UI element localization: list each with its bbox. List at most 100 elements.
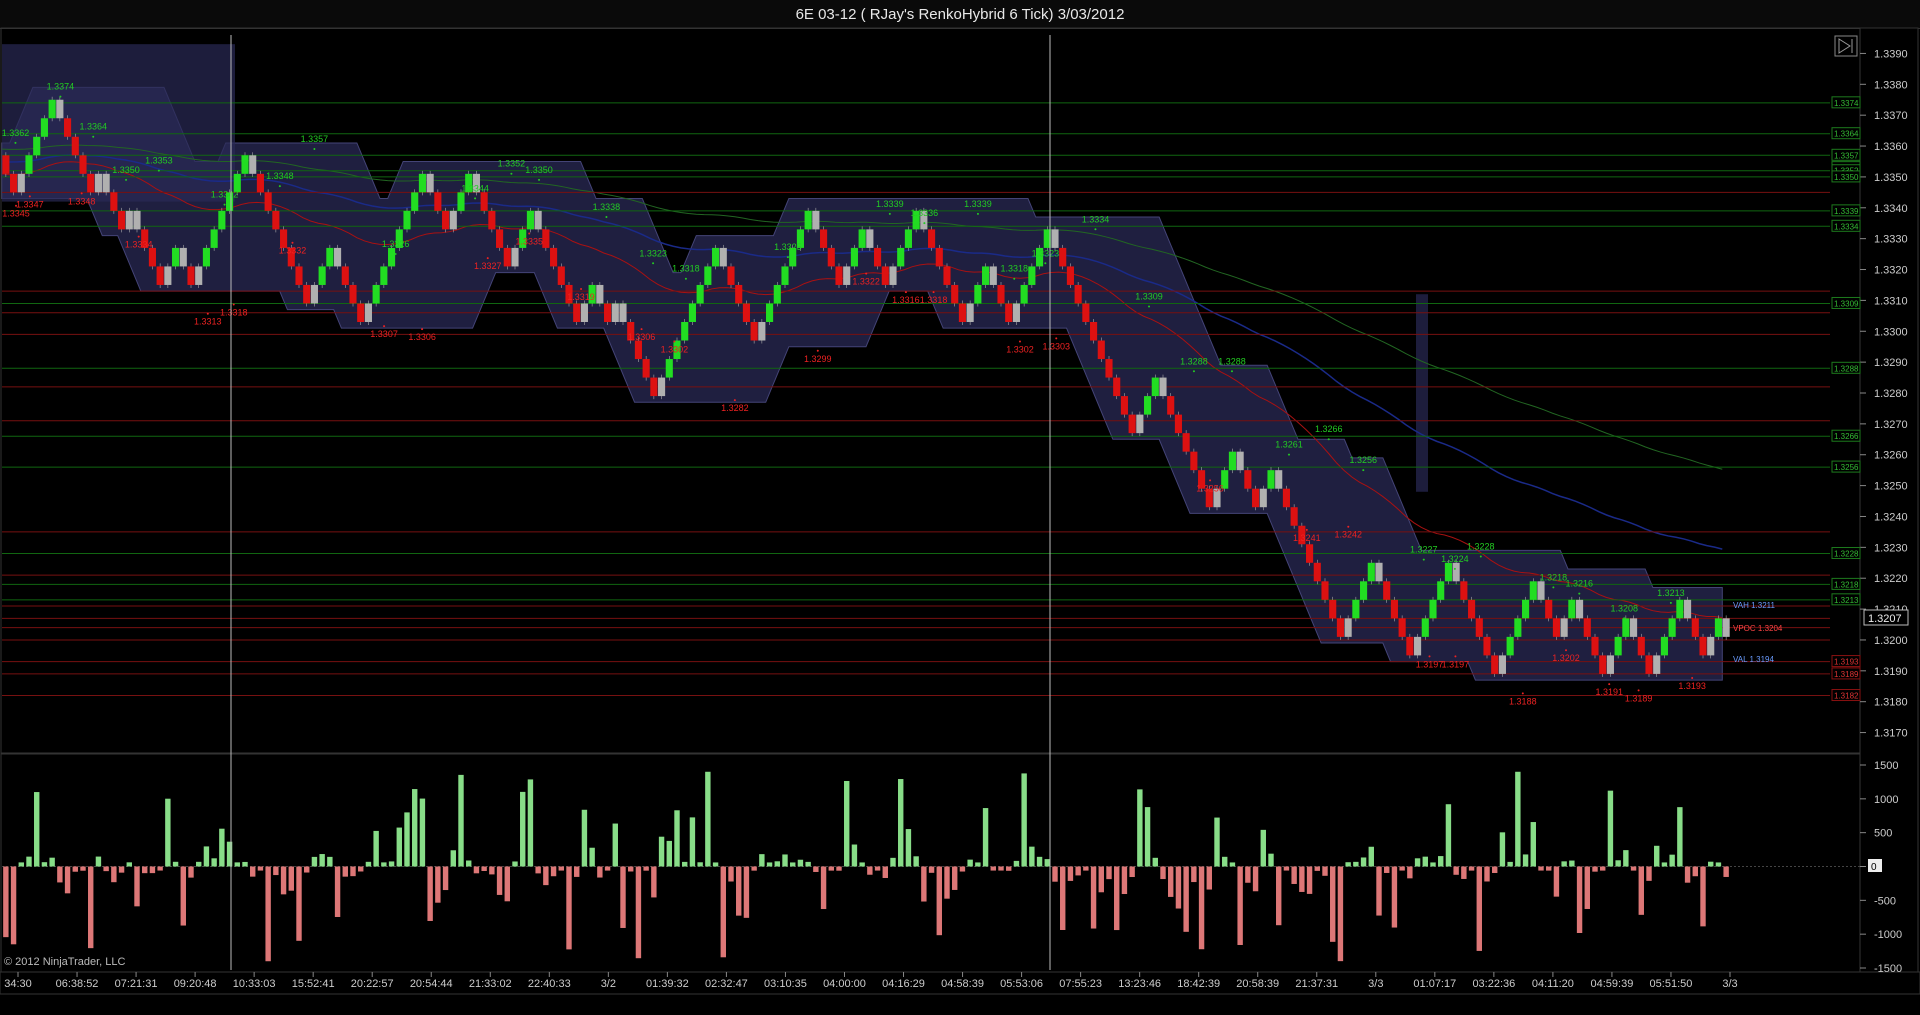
renko-brick bbox=[642, 359, 650, 378]
volume-bar bbox=[581, 809, 588, 867]
volume-bar bbox=[1646, 866, 1652, 881]
renko-brick bbox=[611, 303, 619, 322]
renko-brick bbox=[1236, 451, 1244, 471]
swing-high-label: 1.3350 bbox=[112, 165, 140, 175]
renko-brick bbox=[928, 229, 936, 248]
renko-brick bbox=[1498, 655, 1506, 674]
renko-brick bbox=[1460, 581, 1468, 600]
price-y-tick-label: 1.3170 bbox=[1874, 728, 1908, 740]
volume-bar bbox=[1214, 817, 1220, 867]
swing-low-label: 1.3241 bbox=[1293, 533, 1321, 543]
renko-brick bbox=[118, 210, 126, 230]
volume-bar bbox=[797, 859, 804, 867]
renko-brick bbox=[943, 266, 951, 285]
swing-high-dot bbox=[1422, 558, 1425, 561]
swing-high-label: 1.3318 bbox=[1000, 264, 1028, 274]
level-tag-green-text: 1.3357 bbox=[1834, 151, 1859, 160]
swing-high-label: 1.3334 bbox=[1082, 214, 1110, 224]
renko-brick bbox=[388, 247, 396, 267]
x-tick-label: 21:33:02 bbox=[469, 978, 512, 990]
renko-brick bbox=[64, 118, 72, 137]
volume-bar bbox=[149, 866, 156, 874]
level-tag-green-text: 1.3334 bbox=[1834, 222, 1859, 231]
volume-bar bbox=[1638, 866, 1644, 915]
volume-bar bbox=[1615, 860, 1621, 867]
volume-bar bbox=[10, 866, 17, 945]
volume-bar bbox=[1183, 866, 1189, 932]
renko-brick bbox=[534, 210, 542, 230]
swing-low-dot bbox=[1565, 649, 1568, 652]
swing-low-dot bbox=[206, 312, 209, 315]
renko-brick bbox=[172, 247, 180, 267]
volume-bar bbox=[1422, 856, 1428, 867]
swing-high-dot bbox=[1327, 438, 1330, 441]
renko-brick bbox=[318, 266, 326, 285]
renko-brick bbox=[357, 303, 365, 322]
renko-brick bbox=[1491, 655, 1499, 674]
x-tick-label: 18:42:39 bbox=[1177, 978, 1220, 990]
volume-bar bbox=[103, 866, 109, 872]
renko-brick bbox=[1306, 544, 1314, 563]
volume-bar bbox=[1538, 866, 1544, 871]
last-price-text: 1.3207 bbox=[1868, 613, 1902, 625]
scroll-to-end-button[interactable] bbox=[1834, 35, 1858, 57]
swing-high-label: 1.3336 bbox=[911, 208, 939, 218]
swing-low-dot bbox=[1305, 528, 1308, 531]
renko-brick bbox=[442, 210, 450, 230]
price-y-tick-label: 1.3290 bbox=[1874, 357, 1908, 369]
x-tick-label: 04:16:29 bbox=[882, 978, 925, 990]
x-tick-label: 04:11:20 bbox=[1532, 978, 1574, 990]
volume-bar bbox=[126, 862, 132, 867]
renko-brick bbox=[712, 247, 720, 267]
renko-brick bbox=[935, 247, 943, 267]
renko-brick bbox=[1622, 618, 1630, 637]
volume-bar bbox=[1160, 866, 1166, 880]
renko-brick bbox=[719, 247, 727, 267]
volume-bar bbox=[1607, 790, 1614, 867]
swing-high-dot bbox=[605, 215, 608, 218]
swing-low-label: 1.3302 bbox=[661, 345, 689, 355]
swing-high-dot bbox=[394, 253, 397, 255]
right-tags-layer: 1.33741.33641.33571.33531.33521.33501.33… bbox=[1831, 96, 1861, 702]
renko-brick bbox=[604, 303, 612, 322]
renko-brick bbox=[1383, 581, 1391, 600]
renko-brick bbox=[1452, 562, 1460, 582]
renko-brick bbox=[974, 284, 982, 304]
renko-brick bbox=[457, 192, 465, 211]
swing-low-label: 1.3327 bbox=[474, 261, 502, 271]
swing-low-dot bbox=[1347, 525, 1350, 528]
volume-bar bbox=[666, 840, 672, 867]
volume-bar bbox=[535, 866, 541, 874]
renko-brick bbox=[1398, 618, 1406, 637]
volume-bar bbox=[1684, 866, 1691, 883]
volume-bar bbox=[1260, 829, 1266, 867]
swing-low-dot bbox=[383, 325, 386, 328]
renko-brick bbox=[264, 192, 272, 211]
volume-bar bbox=[1414, 858, 1421, 867]
volume-bar bbox=[1407, 866, 1413, 879]
volume-bar bbox=[1191, 866, 1197, 883]
volume-bar bbox=[612, 823, 618, 867]
renko-brick bbox=[781, 266, 789, 285]
volume-bar bbox=[1090, 866, 1097, 929]
renko-brick bbox=[334, 247, 342, 267]
swing-high-dot bbox=[59, 95, 62, 98]
swing-high-label: 1.3350 bbox=[525, 165, 553, 175]
swing-high-label: 1.3318 bbox=[672, 264, 700, 274]
swing-high-label: 1.3228 bbox=[1467, 542, 1495, 552]
renko-brick bbox=[17, 173, 25, 193]
renko-brick bbox=[1606, 655, 1614, 674]
renko-brick bbox=[102, 173, 110, 193]
renko-brick bbox=[1714, 618, 1722, 637]
x-tick-label: 01:07:17 bbox=[1413, 978, 1456, 990]
volume-bar bbox=[697, 862, 703, 867]
val-label: VAL 1.3194 bbox=[1733, 655, 1774, 664]
renko-brick bbox=[982, 266, 990, 285]
swing-low-dot bbox=[904, 291, 907, 294]
renko-brick bbox=[1082, 303, 1090, 322]
volume-bar bbox=[188, 866, 194, 878]
volume-bar bbox=[635, 866, 642, 959]
price-chart-canvas[interactable]: 1.3362 1.3374 1.3364 1.3350 1.3353 1.3342 1.33… bbox=[0, 0, 1920, 1015]
x-tick-label: 04:00:00 bbox=[823, 978, 866, 990]
renko-brick bbox=[1591, 636, 1599, 656]
